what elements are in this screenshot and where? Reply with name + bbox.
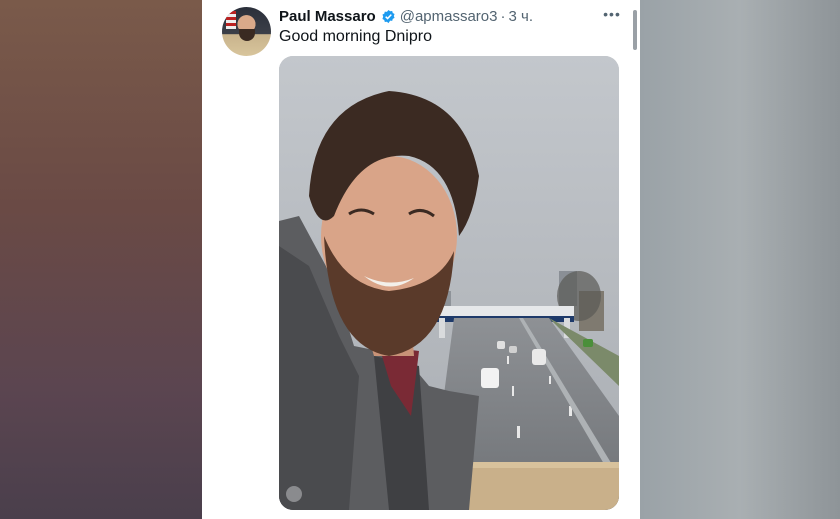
flag-icon — [226, 11, 236, 29]
more-options-icon[interactable]: ••• — [602, 4, 622, 24]
tweet-header: Paul Massaro @apmassaro3 · 3 ч. — [279, 6, 533, 26]
tweet-photo[interactable] — [279, 56, 619, 510]
photo-illustration — [279, 56, 619, 510]
verified-badge-icon — [381, 9, 396, 24]
author-name[interactable]: Paul Massaro — [279, 8, 376, 25]
separator: · — [500, 7, 506, 25]
background-blur-right — [640, 0, 840, 519]
author-handle[interactable]: @apmassaro3 — [400, 8, 498, 25]
avatar[interactable] — [222, 7, 271, 56]
background-blur-left — [0, 0, 202, 519]
tweet-card: Paul Massaro @apmassaro3 · 3 ч. ••• Good… — [202, 0, 640, 519]
tweet-time[interactable]: 3 ч. — [509, 8, 534, 25]
scrollbar[interactable] — [633, 10, 637, 50]
tweet-text: Good morning Dnipro — [279, 28, 432, 45]
